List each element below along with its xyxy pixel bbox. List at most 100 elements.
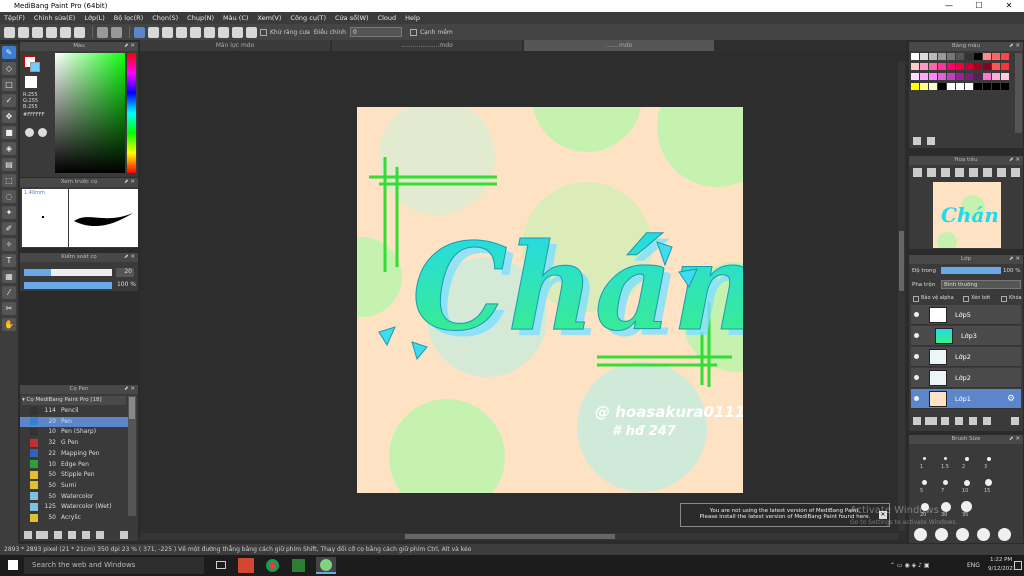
menu-window[interactable]: Cửa sổ(W) bbox=[335, 14, 369, 22]
rotate-left-icon[interactable] bbox=[969, 168, 978, 177]
brush-cloud-icon[interactable] bbox=[96, 531, 104, 539]
brush-size-preset[interactable] bbox=[944, 457, 947, 460]
monitor-icon[interactable] bbox=[74, 26, 85, 38]
palette-swatch[interactable] bbox=[965, 73, 973, 80]
palette-swatch[interactable] bbox=[911, 83, 919, 90]
brush-folder-icon[interactable] bbox=[82, 531, 90, 539]
palette-swatch[interactable] bbox=[992, 73, 1000, 80]
snap-parallel-icon[interactable] bbox=[148, 26, 159, 38]
layer-add-menu-icon[interactable] bbox=[925, 417, 937, 425]
snap-setting-icon[interactable] bbox=[246, 26, 257, 38]
brush-size-slider[interactable] bbox=[24, 269, 112, 276]
clock-date[interactable]: 9/12/2021 bbox=[988, 566, 1016, 572]
layer-row[interactable]: Lớp1 ⚙ bbox=[911, 389, 1021, 409]
brush-tool-icon[interactable]: ✎ bbox=[2, 46, 16, 59]
undo-icon[interactable] bbox=[97, 26, 108, 38]
palette-swatch[interactable] bbox=[974, 73, 982, 80]
sub-color-swatch[interactable] bbox=[30, 62, 40, 72]
palette-swatch[interactable] bbox=[992, 63, 1000, 70]
palette-swatch[interactable] bbox=[1001, 73, 1009, 80]
tab-document-3[interactable]: ...... mdo bbox=[524, 40, 714, 51]
taskbar-search[interactable]: Search the web and Windows bbox=[24, 557, 204, 574]
brush-opacity-value[interactable]: 100 % bbox=[114, 281, 136, 288]
palette-swatch[interactable] bbox=[947, 73, 955, 80]
redo-icon[interactable] bbox=[111, 26, 122, 38]
eye-icon[interactable] bbox=[914, 333, 919, 338]
chrome-icon[interactable] bbox=[266, 559, 279, 572]
snap-circle-icon[interactable] bbox=[204, 26, 215, 38]
brush-size-preset[interactable] bbox=[998, 528, 1011, 541]
layer-folder-icon[interactable] bbox=[969, 417, 977, 425]
menu-view[interactable]: Xem(V) bbox=[257, 14, 281, 22]
brush-item[interactable]: 50 Sumi bbox=[20, 481, 128, 491]
snap-off-icon[interactable] bbox=[134, 26, 145, 38]
transparent-swatch[interactable] bbox=[25, 76, 37, 88]
palette-swatch[interactable] bbox=[956, 73, 964, 80]
layer-row[interactable]: Lớp3 bbox=[911, 326, 1021, 346]
palette-swatch[interactable] bbox=[920, 73, 928, 80]
app-icon-1[interactable] bbox=[238, 558, 254, 573]
lock-checkbox[interactable] bbox=[1001, 296, 1007, 302]
brush-size-preset[interactable] bbox=[940, 501, 951, 512]
menu-select[interactable]: Chọn(S) bbox=[152, 14, 178, 22]
palette-swatch[interactable] bbox=[920, 63, 928, 70]
layer-blend-select[interactable]: Bình thường bbox=[941, 280, 1021, 289]
brush-trash-icon[interactable] bbox=[120, 531, 128, 539]
brush-item[interactable]: 50 Acrylic bbox=[20, 513, 128, 523]
palette-swatch[interactable] bbox=[929, 83, 937, 90]
palette-swatch[interactable] bbox=[947, 53, 955, 60]
grid-icon[interactable] bbox=[60, 26, 71, 38]
vertical-scrollbar[interactable] bbox=[898, 61, 905, 531]
brush-size-preset[interactable] bbox=[914, 528, 927, 541]
hand-tool-icon[interactable]: ✋ bbox=[2, 318, 16, 331]
menu-layer[interactable]: Lớp(L) bbox=[84, 14, 104, 22]
comment-icon[interactable] bbox=[32, 26, 43, 38]
snap-curve-icon[interactable] bbox=[218, 26, 229, 38]
app-icon-3[interactable] bbox=[292, 559, 305, 572]
bucket-tool-icon[interactable]: ◈ bbox=[2, 142, 16, 155]
palette-swatch[interactable] bbox=[1001, 83, 1009, 90]
hue-slider[interactable] bbox=[127, 53, 136, 173]
brush-item[interactable]: 32 G Pen bbox=[20, 438, 128, 448]
brush-item[interactable]: 50 Stipple Pen bbox=[20, 470, 128, 480]
eraser-tool-icon[interactable]: ◇ bbox=[2, 62, 16, 75]
layer-duplicate-icon[interactable] bbox=[955, 417, 963, 425]
layer-row[interactable]: Lớp2 bbox=[911, 347, 1021, 367]
palette-swatch[interactable] bbox=[956, 53, 964, 60]
layer-merge-icon[interactable] bbox=[983, 417, 991, 425]
brush-item[interactable]: 10 Edge Pen bbox=[20, 460, 128, 470]
notification-icon[interactable] bbox=[1014, 561, 1022, 570]
brush-item[interactable]: 125 Watercolor (Wet) bbox=[20, 502, 128, 512]
actual-size-icon[interactable] bbox=[955, 168, 964, 177]
palette-swatch[interactable] bbox=[938, 53, 946, 60]
fill-rect-icon[interactable]: ■ bbox=[2, 126, 16, 139]
tab-document-2[interactable]: ....................mdo bbox=[332, 40, 522, 51]
palette-swatch[interactable] bbox=[938, 63, 946, 70]
brush-size-preset[interactable] bbox=[964, 456, 969, 461]
palette-swatch[interactable] bbox=[929, 63, 937, 70]
antialias-checkbox[interactable] bbox=[260, 28, 267, 36]
brush-size-preset[interactable] bbox=[923, 457, 926, 460]
palette-delete-icon[interactable] bbox=[927, 137, 935, 145]
palette-scrollbar[interactable] bbox=[1015, 53, 1022, 133]
palette-swatch[interactable] bbox=[983, 63, 991, 70]
menu-edit[interactable]: Chỉnh sửa(E) bbox=[34, 14, 75, 22]
brush-size-preset[interactable] bbox=[961, 501, 972, 512]
saturation-value-picker[interactable] bbox=[55, 53, 125, 173]
save-icon[interactable] bbox=[46, 26, 57, 38]
palette-swatch[interactable] bbox=[965, 63, 973, 70]
brush-item[interactable]: 20 Pen bbox=[20, 416, 128, 427]
brush-size-preset[interactable] bbox=[963, 479, 970, 486]
palette-swatch[interactable] bbox=[947, 63, 955, 70]
menu-file[interactable]: Tệp(F) bbox=[4, 14, 25, 22]
maximize-button[interactable]: ☐ bbox=[964, 0, 994, 12]
layer-settings-icon[interactable] bbox=[941, 417, 949, 425]
medibang-taskbar-icon[interactable] bbox=[316, 557, 336, 574]
palette-swatch[interactable] bbox=[929, 73, 937, 80]
palette-swatch[interactable] bbox=[965, 83, 973, 90]
tab-document-1[interactable]: Màn lực mdo bbox=[140, 40, 330, 51]
gradient-tool-icon[interactable]: ▤ bbox=[2, 158, 16, 171]
palette-swatch[interactable] bbox=[920, 83, 928, 90]
tray-icons[interactable]: ⌃ ▭ ◉ ◈ ♪ ▣ bbox=[890, 562, 954, 570]
text-tool-icon[interactable]: T bbox=[2, 254, 16, 267]
